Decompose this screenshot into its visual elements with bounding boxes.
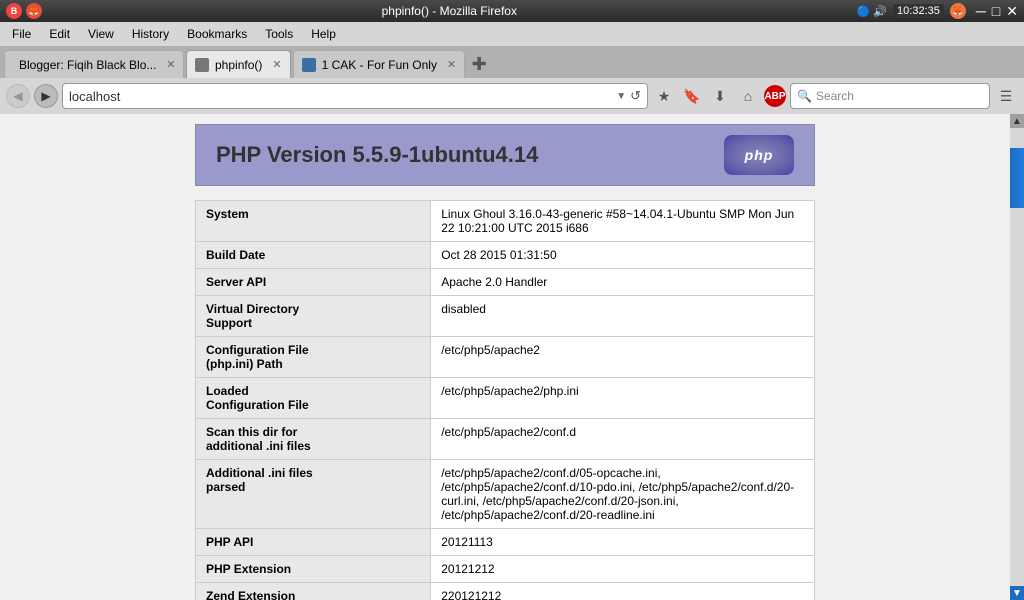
home-icon[interactable]: ⌂ [736, 84, 760, 108]
menu-icon[interactable]: ☰ [994, 84, 1018, 108]
table-value: Apache 2.0 Handler [431, 269, 815, 296]
menu-file[interactable]: File [4, 25, 39, 43]
table-label: Configuration File (php.ini) Path [196, 337, 431, 378]
tab-blogger[interactable]: Blogger: Fiqih Black Blo... ✕ [4, 50, 184, 78]
info-table: SystemLinux Ghoul 3.16.0-43-generic #58~… [195, 200, 815, 600]
table-value: 220121212 [431, 583, 815, 600]
menu-help[interactable]: Help [303, 25, 344, 43]
scroll-track[interactable] [1010, 128, 1024, 586]
download-icon[interactable]: ⬇ [708, 84, 732, 108]
table-row: Configuration File (php.ini) Path/etc/ph… [196, 337, 815, 378]
table-value: 20121212 [431, 556, 815, 583]
os-status-icons: 🔵 🔊 [857, 5, 887, 18]
php-header: PHP Version 5.5.9-1ubuntu4.14 php [195, 124, 815, 186]
scroll-down-arrow[interactable]: ▼ [1010, 586, 1024, 600]
table-value: /etc/php5/apache2/conf.d [431, 419, 815, 460]
window-title: phpinfo() - Mozilla Firefox [42, 4, 857, 18]
bookmarks-list-icon[interactable]: 🔖 [680, 84, 704, 108]
reload-icon[interactable]: ↺ [630, 88, 641, 104]
table-row: SystemLinux Ghoul 3.16.0-43-generic #58~… [196, 201, 815, 242]
table-row: PHP API20121113 [196, 529, 815, 556]
os-app-icon: B [6, 3, 22, 19]
back-button[interactable]: ◀ [6, 84, 30, 108]
table-label: System [196, 201, 431, 242]
content-area: PHP Version 5.5.9-1ubuntu4.14 php System… [0, 114, 1024, 600]
os-titlebar-left: B 🦊 [6, 3, 42, 19]
url-bar[interactable]: localhost ▼ ↺ [62, 83, 648, 109]
navbar: ◀ ▶ localhost ▼ ↺ ★ 🔖 ⬇ ⌂ ABP 🔍 Search ☰ [0, 78, 1024, 114]
table-row: Build DateOct 28 2015 01:31:50 [196, 242, 815, 269]
table-value: /etc/php5/apache2/php.ini [431, 378, 815, 419]
tab-blogger-close[interactable]: ✕ [166, 58, 175, 71]
table-row: Loaded Configuration File/etc/php5/apach… [196, 378, 815, 419]
scroll-thumb[interactable] [1010, 148, 1024, 208]
bookmark-star-icon[interactable]: ★ [652, 84, 676, 108]
table-label: Loaded Configuration File [196, 378, 431, 419]
table-label: PHP Extension [196, 556, 431, 583]
minimize-button[interactable]: ─ [976, 3, 986, 19]
url-text: localhost [69, 89, 612, 104]
table-value: /etc/php5/apache2 [431, 337, 815, 378]
table-row: Virtual Directory Supportdisabled [196, 296, 815, 337]
adblock-button[interactable]: ABP [764, 85, 786, 107]
menu-edit[interactable]: Edit [41, 25, 78, 43]
tab-1cak[interactable]: 1 CAK - For Fun Only ✕ [293, 50, 466, 78]
table-label: Zend Extension [196, 583, 431, 600]
page-content: PHP Version 5.5.9-1ubuntu4.14 php System… [0, 114, 1010, 600]
table-row: Scan this dir for additional .ini files/… [196, 419, 815, 460]
table-value: Linux Ghoul 3.16.0-43-generic #58~14.04.… [431, 201, 815, 242]
menubar: File Edit View History Bookmarks Tools H… [0, 22, 1024, 46]
php-logo: php [724, 135, 794, 175]
search-placeholder: Search [816, 89, 854, 103]
tab-phpinfo[interactable]: phpinfo() ✕ [186, 50, 291, 78]
phpinfo-container: PHP Version 5.5.9-1ubuntu4.14 php System… [195, 124, 815, 600]
tab-phpinfo-label: phpinfo() [215, 58, 262, 72]
new-tab-button[interactable]: ✚ [467, 52, 491, 76]
menu-history[interactable]: History [124, 25, 177, 43]
menu-bookmarks[interactable]: Bookmarks [179, 25, 255, 43]
table-value: /etc/php5/apache2/conf.d/05-opcache.ini,… [431, 460, 815, 529]
menu-view[interactable]: View [80, 25, 122, 43]
close-button[interactable]: ✕ [1006, 3, 1018, 20]
maximize-button[interactable]: □ [992, 3, 1000, 19]
table-value: disabled [431, 296, 815, 337]
os-clock: 10:32:35 [893, 4, 944, 18]
tab-blogger-label: Blogger: Fiqih Black Blo... [19, 58, 156, 72]
scroll-up-arrow[interactable]: ▲ [1010, 114, 1024, 128]
1cak-favicon [302, 58, 316, 72]
table-label: PHP API [196, 529, 431, 556]
search-bar[interactable]: 🔍 Search [790, 83, 990, 109]
firefox-icon: 🦊 [26, 3, 42, 19]
forward-button[interactable]: ▶ [34, 84, 58, 108]
os-titlebar: B 🦊 phpinfo() - Mozilla Firefox 🔵 🔊 10:3… [0, 0, 1024, 22]
tab-1cak-label: 1 CAK - For Fun Only [322, 58, 437, 72]
table-label: Build Date [196, 242, 431, 269]
scrollbar[interactable]: ▲ ▼ [1010, 114, 1024, 600]
os-firefox-icon: 🦊 [950, 3, 966, 19]
table-row: Zend Extension220121212 [196, 583, 815, 600]
table-row: PHP Extension20121212 [196, 556, 815, 583]
tab-phpinfo-close[interactable]: ✕ [272, 58, 281, 71]
table-row: Server APIApache 2.0 Handler [196, 269, 815, 296]
phpinfo-favicon [195, 58, 209, 72]
table-value: 20121113 [431, 529, 815, 556]
tab-1cak-close[interactable]: ✕ [447, 58, 456, 71]
table-label: Virtual Directory Support [196, 296, 431, 337]
table-label: Scan this dir for additional .ini files [196, 419, 431, 460]
table-label: Server API [196, 269, 431, 296]
search-icon: 🔍 [797, 89, 812, 103]
table-label: Additional .ini files parsed [196, 460, 431, 529]
table-value: Oct 28 2015 01:31:50 [431, 242, 815, 269]
menu-tools[interactable]: Tools [257, 25, 301, 43]
firefox-window: File Edit View History Bookmarks Tools H… [0, 22, 1024, 600]
tabbar: Blogger: Fiqih Black Blo... ✕ phpinfo() … [0, 46, 1024, 78]
os-controls: 🔵 🔊 10:32:35 🦊 ─ □ ✕ [857, 3, 1018, 20]
table-row: Additional .ini files parsed/etc/php5/ap… [196, 460, 815, 529]
php-version-text: PHP Version 5.5.9-1ubuntu4.14 [216, 142, 538, 168]
url-dropdown-icon[interactable]: ▼ [616, 91, 626, 102]
